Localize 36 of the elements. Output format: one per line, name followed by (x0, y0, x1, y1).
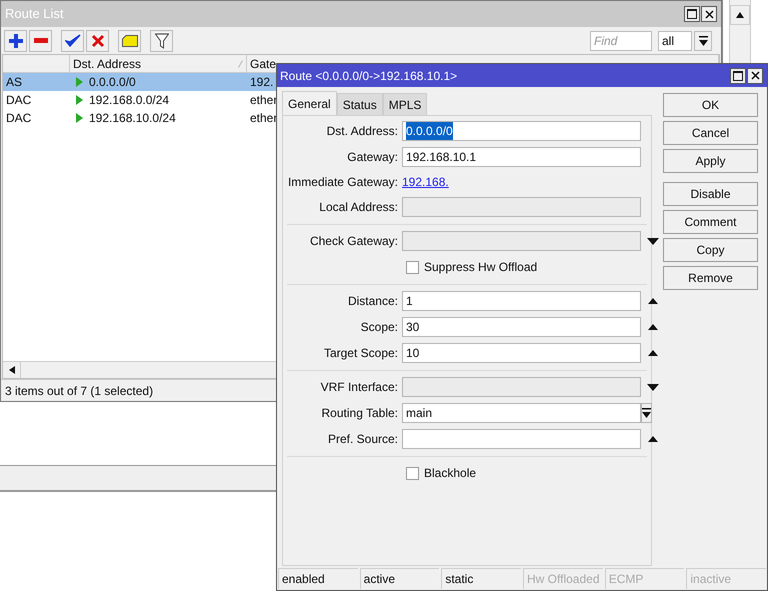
field-label: Distance: (348, 294, 398, 308)
field-label: VRF Interface: (320, 380, 398, 394)
field-label: Local Address: (319, 200, 398, 214)
table-cell-text: 192.168.0.0/24 (89, 92, 170, 109)
field-label: Pref. Source: (328, 432, 398, 446)
table-cell: DAC (6, 93, 32, 107)
table-cell: ether (250, 111, 278, 125)
table-cell: AS (6, 75, 22, 89)
field-label: Scope: (360, 320, 398, 334)
field-value: main (406, 405, 432, 422)
status-cell: enabled (278, 568, 358, 589)
field-label: Target Scope: (324, 346, 398, 360)
field-label: Routing Table: (322, 406, 398, 420)
field-label: Dst. Address: (326, 124, 398, 138)
field-value: 0.0.0.0/0 (406, 122, 453, 140)
table-cell-text: 0.0.0.0/0 (89, 74, 136, 91)
table-cell: 192. (250, 75, 274, 89)
checkbox-label: Suppress Hw Offload (424, 259, 538, 276)
status-cell: static (441, 568, 522, 589)
window-title: Route <0.0.0.0/0->192.168.10.1> (280, 68, 458, 84)
status-text: 3 items out of 7 (1 selected) (5, 382, 154, 400)
field-label: Check Gateway: (310, 234, 398, 248)
status-cell: ECMP (604, 568, 684, 589)
field-label: Immediate Gateway: (288, 175, 398, 189)
status-cell: Hw Offloaded (523, 568, 603, 589)
status-cell: inactive (686, 568, 766, 589)
table-cell: DAC (6, 111, 32, 125)
checkbox-label: Blackhole (424, 465, 476, 482)
status-cell: active (360, 568, 440, 589)
table-cell: ether (250, 93, 278, 107)
table-cell-text: 192.168.10.0/24 (89, 110, 176, 127)
field-label: Gateway: (347, 150, 398, 164)
field-value: 10 (406, 345, 420, 362)
field-value: 1 (406, 293, 413, 310)
field-value: 30 (406, 319, 420, 336)
field-value: 192.168.10.1 (406, 149, 476, 166)
